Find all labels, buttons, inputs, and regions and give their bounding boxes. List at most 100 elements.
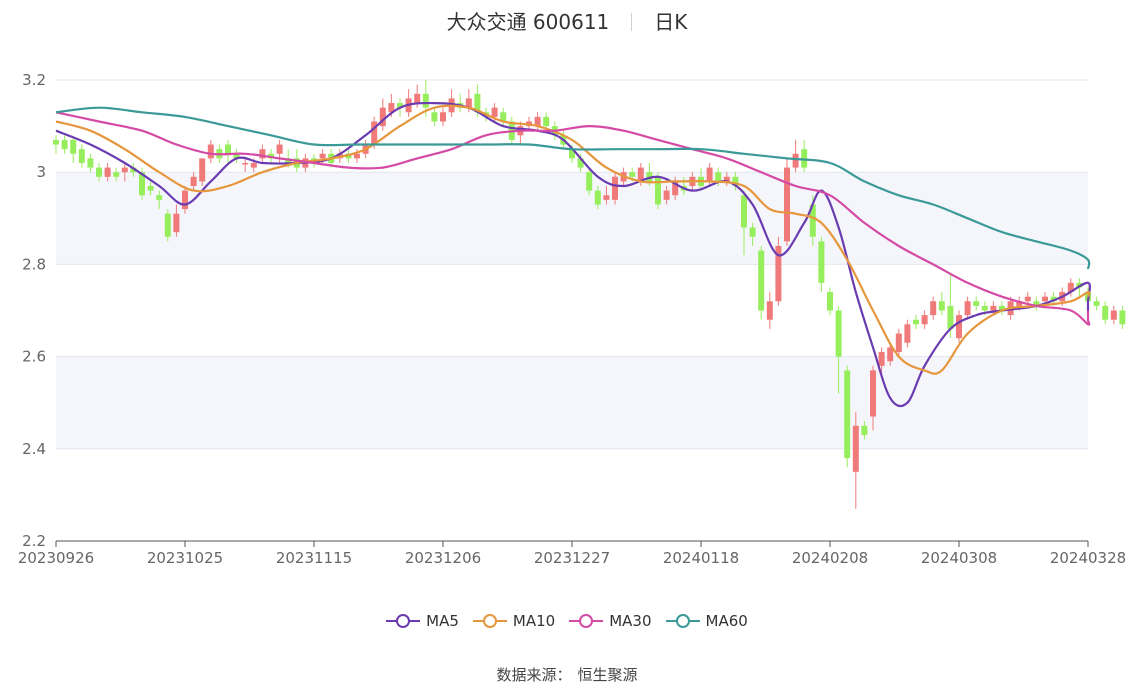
candle-body: [895, 333, 902, 352]
plot-band: [56, 356, 1088, 449]
candle-body: [706, 167, 713, 182]
candle-body: [1102, 305, 1109, 320]
ma30-legend-icon: [569, 614, 604, 628]
candle-body: [1119, 310, 1126, 325]
candle-body: [818, 241, 825, 283]
ma5-legend-icon: [386, 614, 421, 628]
ma10-legend-icon: [472, 614, 507, 628]
candle-body: [414, 93, 421, 104]
candle-body: [827, 292, 833, 311]
candle-body: [603, 195, 610, 200]
candle-body: [990, 305, 997, 311]
candle-body: [655, 176, 661, 205]
candle-body: [1024, 296, 1031, 302]
candle-body: [199, 158, 206, 182]
legend-label: MA5: [426, 612, 459, 630]
candle-body: [594, 190, 601, 205]
candle-body: [981, 305, 988, 311]
legend: MA5 MA10 MA30 MA60: [0, 612, 1134, 630]
candle-body: [766, 301, 773, 320]
candle-body: [190, 176, 197, 187]
x-tick-label: 20231115: [276, 549, 352, 567]
candle-body: [947, 305, 954, 329]
candle-body: [250, 162, 257, 168]
candle-body: [835, 310, 842, 357]
candle-body: [715, 172, 722, 182]
candle-body: [792, 153, 799, 168]
legend-item-ma5[interactable]: MA5: [386, 612, 459, 630]
candle-body: [913, 319, 919, 325]
y-tick-label: 2.2: [22, 532, 46, 550]
y-tick-label: 3: [36, 163, 46, 181]
candle-body: [904, 324, 911, 343]
candle-body: [938, 301, 945, 311]
legend-item-ma30[interactable]: MA30: [569, 612, 652, 630]
candle-body: [242, 162, 249, 165]
candle-body: [53, 139, 59, 145]
candle-body: [147, 186, 154, 191]
candle-body: [156, 195, 163, 200]
candle-body: [87, 158, 94, 168]
y-tick-label: 2.8: [22, 255, 46, 273]
x-tick-label: 20240308: [921, 549, 997, 567]
candle-body: [870, 370, 876, 417]
legend-label: MA10: [512, 612, 556, 630]
y-tick-label: 3.2: [22, 71, 46, 89]
candle-body: [431, 112, 438, 122]
candle-body: [973, 301, 980, 306]
x-tick-label: 20240328: [1050, 549, 1126, 567]
candle-body: [612, 176, 618, 200]
source-label: 数据来源：: [496, 666, 572, 684]
candle-body: [741, 195, 747, 228]
ma60-legend-icon: [665, 614, 700, 628]
candle-body: [61, 139, 68, 150]
candle-body: [878, 351, 885, 366]
candle-body: [164, 213, 171, 237]
candle-body: [852, 425, 859, 472]
candle-body: [586, 172, 593, 191]
candle-body: [629, 172, 636, 177]
candle-body: [887, 347, 894, 362]
candle-body: [1042, 296, 1048, 302]
legend-label: MA30: [609, 612, 652, 630]
data-source: 数据来源： 恒生聚源: [0, 664, 1134, 685]
candle-body: [921, 315, 928, 325]
legend-item-ma10[interactable]: MA10: [472, 612, 556, 630]
candle-body: [784, 167, 790, 242]
source-value: 恒生聚源: [577, 666, 638, 684]
candle-body: [844, 370, 851, 459]
candle-body: [276, 144, 283, 154]
x-tick-label: 20231025: [147, 549, 223, 567]
candle-body: [104, 167, 111, 177]
candle-body: [207, 144, 214, 159]
x-tick-label: 20231206: [405, 549, 481, 567]
candle-body: [422, 93, 429, 108]
candle-body: [861, 425, 868, 435]
candle-body: [1110, 310, 1117, 320]
y-tick-label: 2.4: [22, 440, 46, 458]
candle-body: [543, 116, 550, 127]
candle-body: [96, 167, 102, 177]
candle-body: [956, 315, 962, 339]
candle-body: [70, 139, 77, 154]
candle-body: [663, 190, 670, 200]
candle-body: [173, 213, 180, 233]
x-tick-label: 20231227: [534, 549, 610, 567]
x-tick-label: 20230926: [18, 549, 94, 567]
plot-band: [56, 172, 1088, 265]
candle-body: [354, 153, 360, 159]
candle-body: [1093, 301, 1100, 306]
candle-body: [113, 172, 120, 177]
candle-body: [182, 190, 188, 210]
legend-item-ma60[interactable]: MA60: [665, 612, 748, 630]
x-tick-label: 20240118: [663, 549, 739, 567]
x-tick-label: 20240208: [792, 549, 868, 567]
candle-body: [440, 112, 446, 122]
candle-body: [121, 167, 128, 173]
candle-body: [319, 153, 326, 159]
y-tick-label: 2.6: [22, 348, 46, 366]
candle-body: [78, 149, 85, 163]
candle-body: [964, 301, 971, 316]
candlestick-chart: 2.2 2.4 2.6 2.8 3 3.2 20230926 20231025 20231115…: [18, 71, 1126, 567]
candle-body: [758, 250, 765, 311]
